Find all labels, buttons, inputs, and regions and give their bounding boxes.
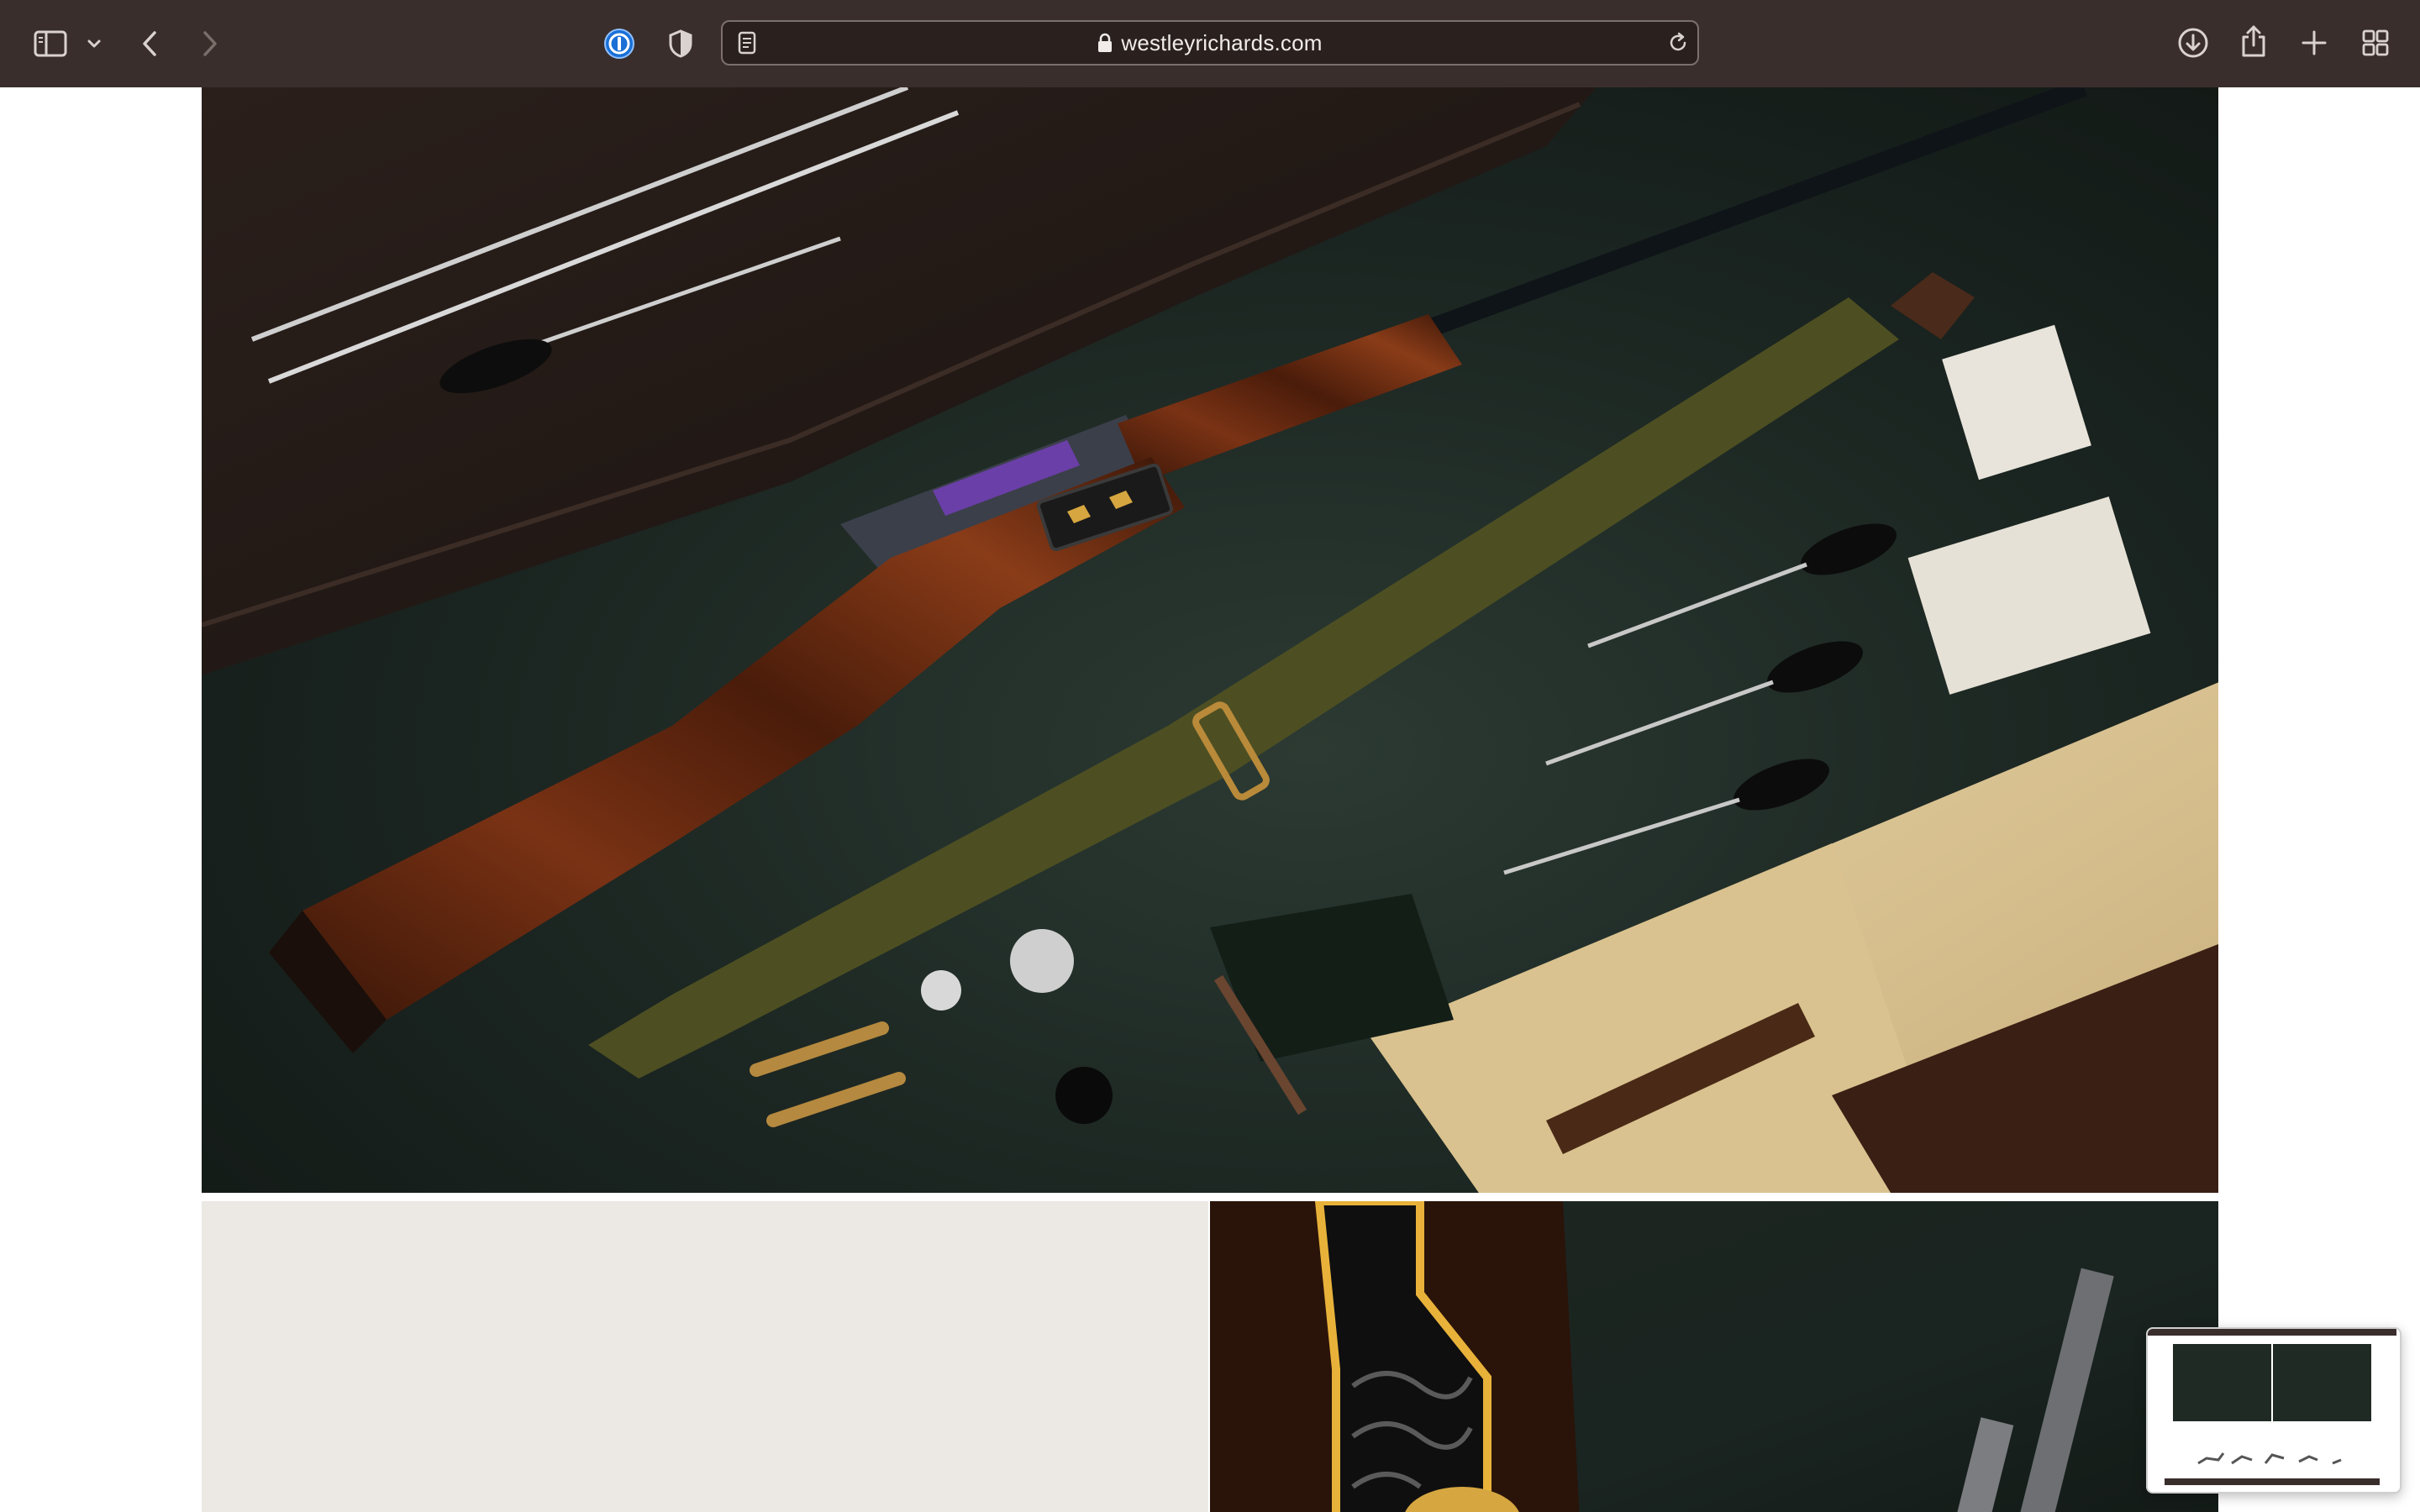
password-manager-button[interactable] bbox=[600, 25, 639, 62]
sidebar-toggle-button[interactable] bbox=[32, 27, 69, 60]
chevron-left-icon bbox=[143, 31, 156, 56]
plus-icon bbox=[2302, 30, 2327, 55]
reload-icon bbox=[1670, 32, 1686, 51]
browser-toolbar: westleyrichards.com bbox=[0, 0, 2420, 88]
reload-button[interactable] bbox=[1665, 29, 1691, 57]
sidebar-icon bbox=[34, 30, 67, 57]
share-button[interactable] bbox=[2237, 20, 2270, 62]
web-content bbox=[0, 87, 2420, 1512]
preview-image bbox=[2148, 1329, 2396, 1485]
tab-grid-icon bbox=[2362, 29, 2389, 56]
chevron-down-icon bbox=[87, 39, 101, 48]
engraving-photo-illustration bbox=[1210, 1201, 2114, 1512]
content-tile-left bbox=[202, 1201, 1208, 1512]
hero-rifle-photo[interactable] bbox=[202, 87, 2218, 1193]
chevron-right-icon bbox=[203, 31, 217, 56]
address-bar[interactable]: westleyrichards.com bbox=[721, 20, 1699, 66]
forward-button[interactable] bbox=[195, 25, 225, 62]
back-button[interactable] bbox=[134, 25, 165, 62]
shield-icon bbox=[669, 29, 692, 58]
tab-overview-button[interactable] bbox=[2358, 25, 2393, 60]
sidebar-menu-button[interactable] bbox=[84, 32, 104, 55]
engraving-detail-photo[interactable] bbox=[1210, 1201, 2218, 1512]
onepassword-icon bbox=[604, 29, 634, 59]
url-display: westleyrichards.com bbox=[723, 22, 1697, 64]
downloads-button[interactable] bbox=[2175, 24, 2212, 62]
url-text: westleyrichards.com bbox=[1121, 29, 1323, 55]
download-icon bbox=[2178, 28, 2208, 58]
page-preview-thumbnail[interactable] bbox=[2146, 1327, 2402, 1494]
lock-icon bbox=[1097, 33, 1113, 53]
privacy-report-button[interactable] bbox=[664, 25, 697, 62]
new-tab-button[interactable] bbox=[2297, 25, 2331, 60]
share-icon bbox=[2242, 25, 2265, 57]
rifle-photo-illustration bbox=[202, 87, 2218, 1193]
